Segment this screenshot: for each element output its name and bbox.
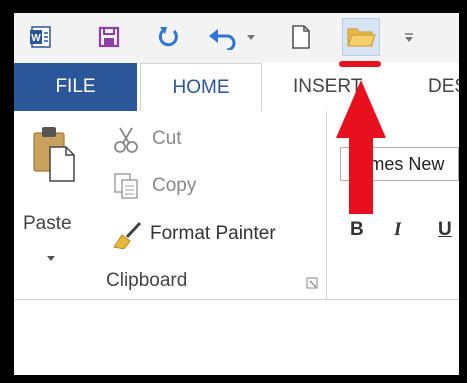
tab-home[interactable]: HOME — [140, 63, 262, 112]
font-name-box[interactable]: Times New — [340, 147, 459, 181]
clipboard-group-label: Clipboard — [106, 270, 188, 291]
word-window: W FILE HOME INSERT DE Paste Cut Copy For… — [14, 13, 459, 375]
paste-label: Paste — [23, 213, 72, 234]
screenshot-frame: W FILE HOME INSERT DE Paste Cut Copy For… — [0, 0, 467, 383]
dialog-launcher-icon[interactable] — [306, 277, 318, 289]
copy-button[interactable]: Copy — [112, 171, 232, 201]
copy-icon — [114, 173, 138, 199]
svg-text:W: W — [31, 33, 41, 44]
new-document-icon[interactable] — [286, 22, 316, 52]
tab-insert[interactable]: INSERT — [293, 63, 362, 111]
open-folder-icon[interactable] — [346, 22, 376, 52]
bold-button[interactable]: B — [350, 219, 364, 241]
paste-button[interactable]: Paste — [23, 125, 84, 275]
ribbon-tabs: FILE HOME INSERT DES — [14, 63, 459, 112]
redo-icon[interactable] — [154, 22, 184, 52]
undo-icon[interactable] — [206, 22, 258, 52]
chevron-down-icon[interactable] — [46, 255, 56, 263]
paintbrush-icon — [113, 221, 142, 249]
word-app-icon[interactable]: W — [26, 22, 56, 52]
cut-button[interactable]: Cut — [112, 125, 232, 155]
clipboard-group: Paste Cut Copy Format Painter Clipboard — [14, 111, 327, 299]
format-painter-label: Format Painter — [150, 223, 276, 244]
copy-label: Copy — [152, 175, 197, 196]
save-icon[interactable] — [94, 22, 124, 52]
tab-file[interactable]: FILE — [14, 63, 137, 111]
scissors-icon — [114, 127, 138, 153]
cut-label: Cut — [152, 128, 182, 149]
quick-access-toolbar: W — [14, 13, 459, 63]
customize-qat-icon[interactable] — [394, 22, 424, 52]
tab-design[interactable]: DES — [428, 63, 459, 111]
document-area[interactable] — [14, 299, 459, 375]
underline-button[interactable]: U — [438, 219, 452, 241]
ribbon-home: Paste Cut Copy Format Painter Clipboard … — [14, 111, 459, 299]
format-painter-button[interactable]: Format Painter — [112, 219, 322, 249]
italic-button[interactable]: I — [394, 219, 401, 241]
paste-icon — [33, 127, 75, 182]
font-group: Times New B I U — [332, 111, 459, 299]
